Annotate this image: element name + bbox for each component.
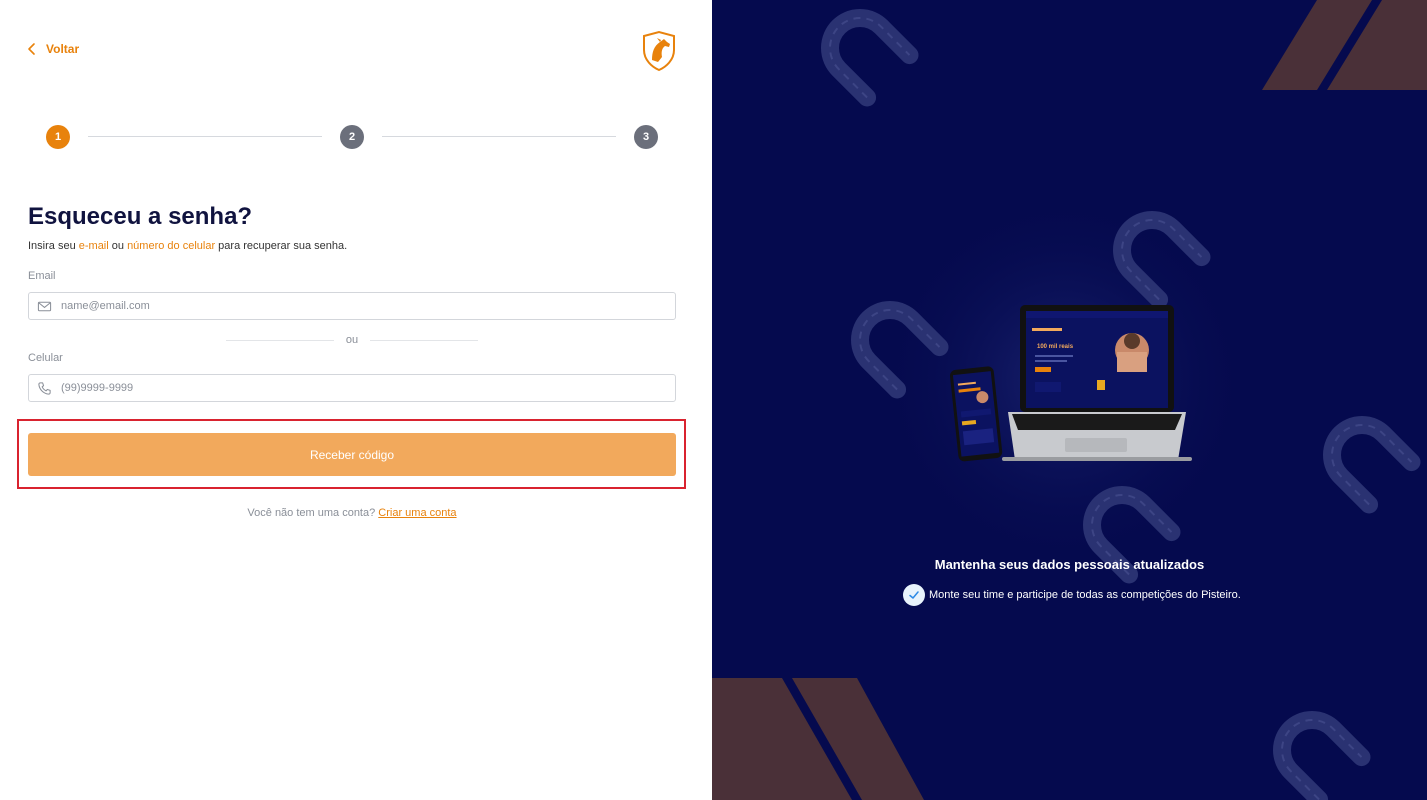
email-label: Email <box>28 270 56 282</box>
back-link[interactable]: Voltar <box>26 42 79 56</box>
email-field-wrapper[interactable] <box>28 292 676 320</box>
subtitle-email-highlight: e-mail <box>78 240 109 252</box>
phone-field[interactable] <box>61 382 641 394</box>
svg-text:100 mil reais: 100 mil reais <box>1037 344 1074 350</box>
step-2-indicator: 2 <box>340 125 364 149</box>
phone-icon <box>38 381 51 395</box>
progress-stepper: 1 2 3 <box>46 125 658 149</box>
phone-field-wrapper[interactable] <box>28 374 676 402</box>
laptop-mockup: 100 mil reais <box>1002 305 1192 461</box>
divider-line <box>370 340 478 341</box>
check-badge <box>903 584 925 606</box>
subtitle-phone-highlight: número do celular <box>127 240 216 252</box>
promo-illustration: 100 mil reais <box>712 0 1427 800</box>
stepper-connector <box>88 136 322 137</box>
login-panel: Voltar 1 2 3 Esqueceu a senha? Insira se… <box>0 0 712 800</box>
create-account-link[interactable]: Criar uma conta <box>378 507 456 519</box>
email-field[interactable] <box>61 300 641 312</box>
promo-panel: 100 mil reais Mantenha seus dados pessoa… <box>712 0 1427 800</box>
page-title: Esqueceu a senha? <box>28 203 253 230</box>
step-3-indicator: 3 <box>634 125 658 149</box>
page-subtitle: Insira seu e-mail ou número do celular p… <box>28 240 347 252</box>
phone-label: Celular <box>28 352 63 364</box>
receive-code-button[interactable]: Receber código <box>28 433 676 476</box>
step-1-indicator: 1 <box>46 125 70 149</box>
subtitle-or: ou <box>108 240 128 252</box>
signup-prefix: Você não tem uma conta? <box>247 507 376 519</box>
promo-feature-item: Monte seu time e participe de todas as c… <box>903 584 1241 606</box>
back-link-label: Voltar <box>46 42 80 56</box>
signup-prompt: Você não tem uma conta? Criar uma conta <box>0 507 704 519</box>
subtitle-suffix: para recuperar sua senha. <box>215 240 348 252</box>
envelope-icon <box>37 301 52 311</box>
stepper-connector <box>382 136 616 137</box>
horse-logo-icon <box>643 30 675 72</box>
chevron-left-icon <box>28 43 35 55</box>
subtitle-prefix: Insira seu <box>28 240 79 252</box>
check-icon <box>909 591 919 599</box>
promo-feature-text: Monte seu time e participe de todas as c… <box>929 589 1241 601</box>
or-divider: ou <box>226 334 478 348</box>
promo-title: Mantenha seus dados pessoais atualizados <box>934 557 1205 572</box>
